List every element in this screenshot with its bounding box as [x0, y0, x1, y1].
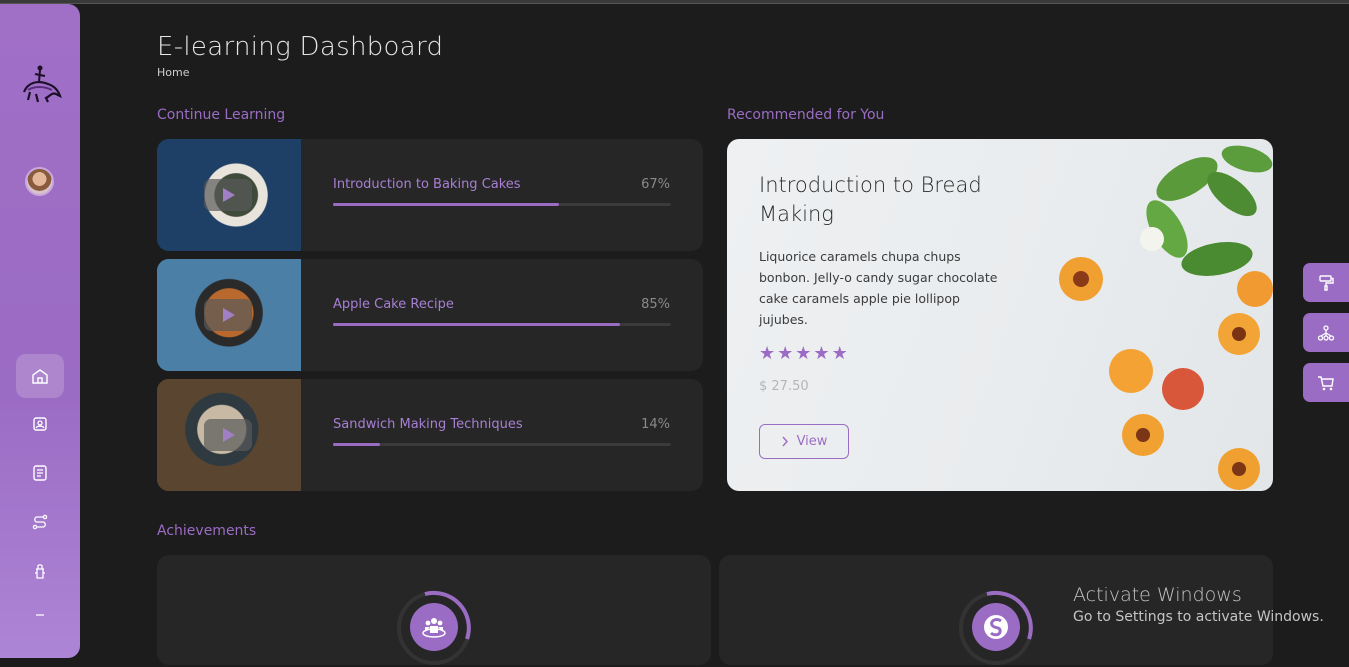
chevron-right-icon	[782, 436, 788, 447]
more-icon	[36, 614, 44, 616]
star-icon: ★	[831, 343, 848, 364]
logo-icon[interactable]	[18, 62, 62, 106]
star-icon: ★	[795, 343, 812, 364]
windows-activation-watermark: Activate Windows Go to Settings to activ…	[1073, 584, 1324, 625]
layouts-button[interactable]	[1303, 313, 1349, 352]
window-top-border	[0, 0, 1349, 4]
course-progress-label: 85%	[641, 297, 670, 312]
view-button-label: View	[796, 434, 828, 449]
rating-stars: ★ ★ ★ ★ ★	[759, 344, 848, 364]
watermark-subtitle: Go to Settings to activate Windows.	[1073, 609, 1324, 625]
achievements-heading: Achievements	[157, 523, 257, 539]
fruit-leaves-image	[1059, 145, 1273, 490]
course-progress-bar	[333, 203, 671, 206]
course-progress-label: 14%	[641, 417, 670, 432]
course-thumbnail[interactable]	[157, 139, 301, 251]
course-title[interactable]: Introduction to Baking Cakes	[333, 177, 521, 192]
skill-badge-icon	[972, 603, 1020, 651]
recommended-description: Liquorice caramels chupa chups bonbon. J…	[759, 249, 998, 327]
page-title: E-learning Dashboard	[157, 32, 444, 62]
course-card[interactable]: Sandwich Making Techniques 14%	[157, 379, 703, 491]
nav-hydrant[interactable]	[16, 549, 64, 593]
nav-profile[interactable]	[16, 402, 64, 446]
course-card[interactable]: Apple Cake Recipe 85%	[157, 259, 703, 371]
fire-hydrant-icon	[35, 564, 45, 579]
course-title[interactable]: Sandwich Making Techniques	[333, 417, 523, 432]
team-badge-icon	[410, 603, 458, 651]
watermark-title: Activate Windows	[1073, 584, 1242, 606]
recommended-card: Introduction to Bread Making Liquorice c…	[727, 139, 1273, 491]
avatar[interactable]	[25, 167, 54, 196]
play-icon[interactable]	[204, 419, 252, 451]
buy-button[interactable]	[1303, 363, 1349, 402]
user-card-icon	[33, 417, 47, 431]
home-icon	[32, 369, 48, 384]
play-icon[interactable]	[204, 299, 252, 331]
star-icon: ★	[777, 343, 794, 364]
course-progress-fill	[333, 323, 621, 326]
continue-learning-heading: Continue Learning	[157, 107, 286, 123]
nav-home[interactable]	[16, 354, 64, 398]
course-title[interactable]: Apple Cake Recipe	[333, 297, 454, 312]
achievement-card[interactable]	[157, 555, 711, 665]
nav-tasks[interactable]	[16, 451, 64, 495]
course-card[interactable]: Introduction to Baking Cakes 67%	[157, 139, 703, 251]
course-progress-bar	[333, 443, 671, 446]
play-icon[interactable]	[204, 179, 252, 211]
cart-icon	[1318, 375, 1334, 390]
nav-more[interactable]	[16, 596, 64, 620]
course-thumbnail[interactable]	[157, 259, 301, 371]
price-label: $ 27.50	[759, 379, 809, 394]
view-button[interactable]: View	[759, 424, 849, 459]
course-thumbnail[interactable]	[157, 379, 301, 491]
route-icon	[32, 514, 48, 530]
customizer-button[interactable]	[1303, 263, 1349, 302]
course-progress-fill	[333, 443, 381, 446]
recommended-heading: Recommended for You	[727, 107, 885, 123]
course-progress-bar	[333, 323, 671, 326]
sitemap-icon	[1317, 324, 1335, 341]
paint-roller-icon	[1319, 274, 1334, 291]
course-progress-label: 67%	[641, 177, 670, 192]
breadcrumb[interactable]: Home	[157, 66, 189, 79]
course-progress-fill	[333, 203, 560, 206]
recommended-title[interactable]: Introduction to Bread Making	[759, 171, 1019, 229]
checklist-icon	[33, 465, 47, 481]
star-icon: ★	[759, 343, 776, 364]
sidebar	[0, 4, 80, 658]
star-icon: ★	[813, 343, 830, 364]
nav-routes[interactable]	[16, 500, 64, 544]
